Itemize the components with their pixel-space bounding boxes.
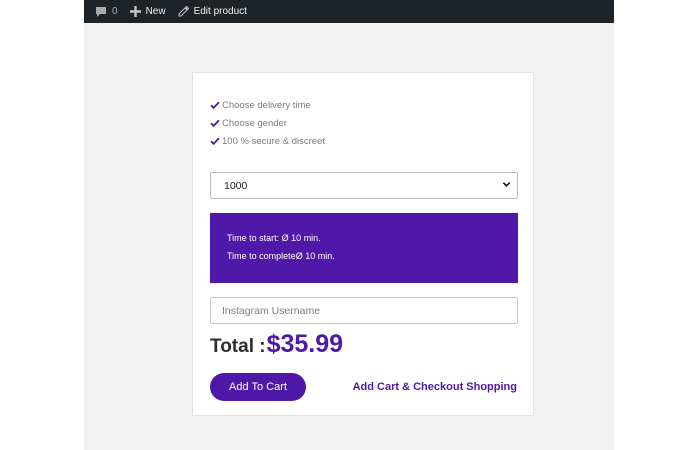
feature-item: 100 % secure & discreet [210,132,325,150]
add-to-cart-button[interactable]: Add To Cart [210,373,306,401]
total-price: $35.99 [266,330,344,358]
instagram-username-input[interactable] [210,297,518,324]
feature-label: Choose gender [222,117,287,129]
new-label: New [145,6,166,17]
checkmark-icon [210,118,220,128]
delivery-info-box: Time to start: Ø 10 min. Time to complet… [210,213,518,283]
pencil-icon [178,6,189,17]
plus-icon [129,6,141,17]
comments-count: 0 [112,6,118,17]
chevron-down-icon [502,180,511,192]
feature-label: 100 % secure & discreet [222,135,325,147]
total-row: Total : $35.99 [210,330,343,359]
feature-item: Choose delivery time [210,96,325,114]
total-label: Total : [210,336,266,357]
feature-label: Choose delivery time [222,99,311,111]
checkmark-icon [210,136,220,146]
quantity-select-value: 1000 [224,179,248,192]
time-to-complete: Time to completeØ 10 min. [227,251,335,261]
comments-menu[interactable]: 0 [84,0,124,23]
new-menu[interactable]: New [124,0,172,23]
admin-bar: 0 New Edit product [84,0,614,23]
feature-list: Choose delivery time Choose gender 100 %… [210,96,325,150]
comment-bubble-icon [95,6,107,18]
edit-product-menu[interactable]: Edit product [172,0,253,23]
edit-product-label: Edit product [193,6,247,17]
add-cart-checkout-link[interactable]: Add Cart & Checkout Shopping [353,381,517,393]
time-to-start: Time to start: Ø 10 min. [227,233,321,243]
product-card: Choose delivery time Choose gender 100 %… [192,72,534,416]
checkmark-icon [210,100,220,110]
feature-item: Choose gender [210,114,325,132]
quantity-select[interactable]: 1000 [210,172,518,199]
